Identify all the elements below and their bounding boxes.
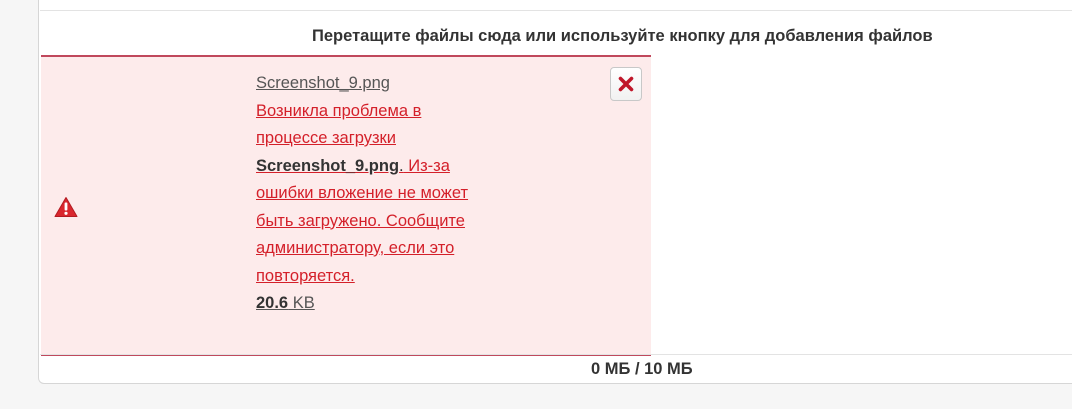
close-icon	[618, 76, 634, 92]
file-info: Screenshot_9.png Возникла проблема в про…	[256, 70, 496, 318]
drop-hint-text: Перетащите файлы сюда или используйте кн…	[312, 27, 933, 45]
error-message-prefix: Возникла проблема в процессе загрузки	[256, 101, 422, 148]
upload-quota: 0 МБ / 10 МБ	[591, 360, 693, 378]
error-message[interactable]: Возникла проблема в процессе загрузки Sc…	[256, 98, 496, 291]
upload-quota-row: 0 МБ / 10 МБ	[40, 354, 1072, 383]
file-size-unit: KB	[288, 294, 315, 312]
error-message-suffix: Из-за ошибки вложение не может быть загр…	[256, 156, 469, 285]
file-size[interactable]: 20.6 KB	[256, 290, 496, 318]
remove-file-button[interactable]	[610, 67, 642, 101]
error-warning-icon	[54, 196, 78, 218]
error-file-name: Screenshot_9.png	[256, 156, 400, 175]
drop-zone[interactable]: Перетащите файлы сюда или используйте кн…	[40, 10, 1072, 55]
uploaded-file-row: Screenshot_9.png Возникла проблема в про…	[41, 55, 651, 356]
file-size-value: 20.6	[256, 294, 289, 312]
file-name-link[interactable]: Screenshot_9.png	[256, 70, 496, 98]
